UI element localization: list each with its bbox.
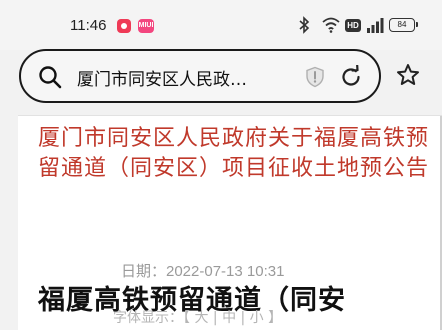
notification-badge-icon: MIUI: [138, 19, 154, 33]
reload-icon[interactable]: [339, 65, 363, 89]
battery-icon: 84: [389, 18, 418, 32]
status-time: 11:46: [70, 17, 107, 34]
article-title: 厦门市同安区人民政府关于福厦高铁预留通道（同安区）项目征收土地预公告: [38, 126, 430, 181]
bluetooth-icon: [299, 16, 310, 34]
page-content[interactable]: 厦门市同安区人民政府关于福厦高铁预留通道（同安区）项目征收土地预公告 日期：20…: [18, 115, 442, 330]
address-bar[interactable]: 厦门市同安区人民政…: [19, 49, 381, 103]
notification-app-icon: [117, 19, 131, 33]
wifi-icon: [322, 17, 340, 33]
signal-icon: [367, 18, 384, 33]
address-bar-text[interactable]: 厦门市同安区人民政…: [77, 65, 247, 90]
star-icon[interactable]: [396, 63, 420, 87]
status-bar: 11:46 MIUI HD 84: [0, 0, 442, 50]
hd-network-badge: HD: [345, 19, 361, 32]
font-size-selector[interactable]: 字体显示：【 大 | 中 | 小 】: [113, 307, 282, 327]
search-icon: [39, 66, 62, 89]
shield-icon[interactable]: [305, 66, 325, 88]
